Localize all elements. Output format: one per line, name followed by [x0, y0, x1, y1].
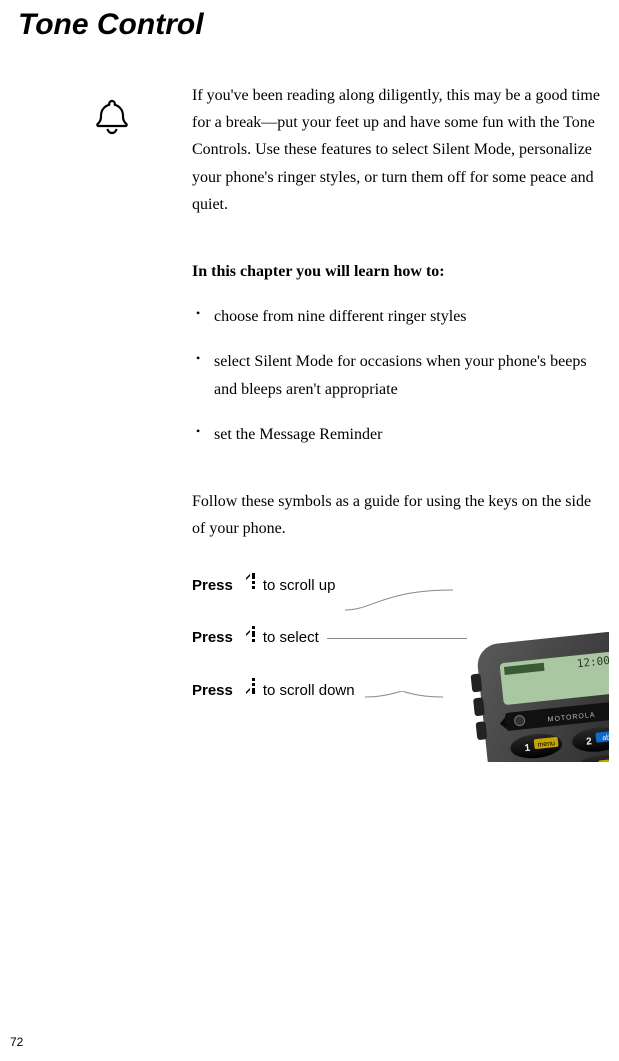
subheading: In this chapter you will learn how to:	[192, 258, 601, 285]
list-item: choose from nine different ringer styles	[192, 303, 601, 330]
page-title: Tone Control	[18, 8, 601, 42]
svg-text:2: 2	[586, 736, 593, 748]
list-item: select Silent Mode for occasions when yo…	[192, 348, 601, 402]
key-text: to select	[263, 625, 319, 651]
key-guide: Press to scroll up Press	[192, 570, 601, 706]
press-label: Press	[192, 678, 233, 704]
page-number: 72	[10, 1035, 23, 1049]
scroll-up-icon	[243, 570, 257, 601]
page: Tone Control If you've been reading alon…	[0, 0, 619, 1061]
press-label: Press	[192, 625, 233, 651]
follow-paragraph: Follow these symbols as a guide for usin…	[192, 488, 601, 542]
svg-text:1: 1	[524, 743, 531, 755]
key-text: to scroll up	[263, 573, 336, 599]
phone-brand-text: MOTOROLA	[547, 712, 595, 724]
key-row-select: Press to select	[192, 623, 601, 654]
key-row-down: Press to scroll down	[192, 675, 601, 706]
svg-text:menu: menu	[537, 740, 555, 749]
leader-line-icon	[343, 586, 453, 612]
leader-line-icon	[363, 691, 443, 717]
bullet-list: choose from nine different ringer styles…	[192, 303, 601, 448]
scroll-down-icon	[243, 675, 257, 706]
press-label: Press	[192, 573, 233, 599]
key-text: to scroll down	[263, 678, 355, 704]
svg-text:abc: abc	[602, 734, 609, 742]
bell-icon	[90, 95, 134, 144]
key-row-up: Press to scroll up	[192, 570, 601, 601]
select-icon	[243, 623, 257, 654]
body-column: If you've been reading along diligently,…	[192, 82, 601, 706]
intro-paragraph: If you've been reading along diligently,…	[192, 82, 601, 218]
leader-line-icon	[327, 638, 467, 639]
list-item: set the Message Reminder	[192, 421, 601, 448]
